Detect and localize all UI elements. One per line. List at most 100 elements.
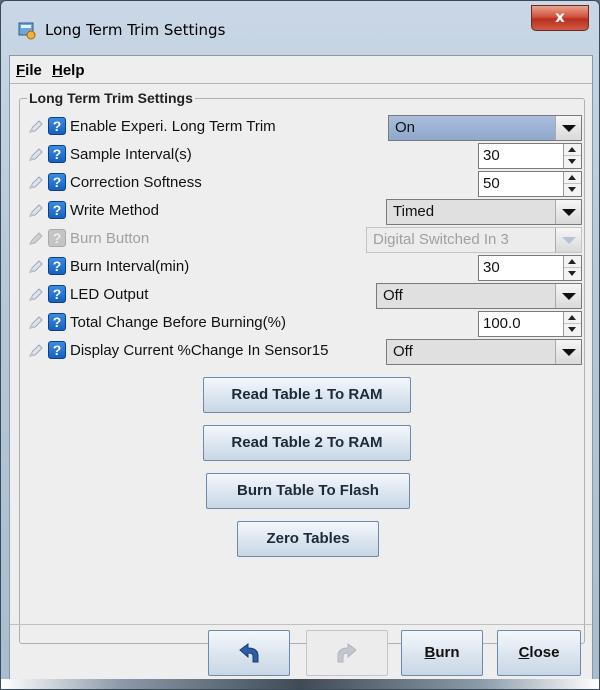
settings-group: Long Term Trim Settings ? Enable Experi.… (19, 90, 586, 644)
edit-pencil-icon[interactable] (28, 343, 44, 359)
burn-button-dropdown: Digital Switched In 3 (366, 227, 582, 253)
close-mnemonic: C (518, 644, 530, 661)
burn-interval-spinner[interactable]: 30 (478, 255, 582, 281)
menu-help-mnemonic: H (52, 62, 63, 79)
menu-file[interactable]: File (16, 62, 42, 79)
spinner-up-icon[interactable] (564, 144, 581, 156)
spinner-down-icon[interactable] (564, 184, 581, 196)
app-icon (18, 22, 36, 40)
setting-row-burn-interval: ? Burn Interval(min) 30 (20, 255, 586, 281)
write-method-dropdown[interactable]: Timed (386, 199, 582, 225)
setting-row-led-output: ? LED Output Off (20, 283, 586, 309)
menu-help-rest: elp (62, 62, 85, 79)
spinner-value: 30 (483, 147, 500, 164)
spinner-down-icon[interactable] (564, 268, 581, 280)
edit-pencil-icon[interactable] (28, 315, 44, 331)
help-icon[interactable]: ? (48, 341, 66, 359)
help-icon: ? (48, 229, 66, 247)
help-icon[interactable]: ? (48, 313, 66, 331)
close-button[interactable]: Close (497, 630, 581, 676)
burn-button[interactable]: Burn (401, 630, 483, 676)
close-rest: lose (529, 644, 560, 661)
edit-pencil-icon[interactable] (28, 203, 44, 219)
chevron-down-icon[interactable] (555, 340, 581, 364)
chevron-down-icon[interactable] (555, 200, 581, 224)
chevron-down-icon[interactable] (555, 116, 581, 140)
chevron-down-icon (555, 228, 581, 252)
window-title: Long Term Trim Settings (45, 21, 226, 39)
edit-pencil-icon[interactable] (28, 287, 44, 303)
setting-label: Burn Interval(min) (70, 258, 190, 275)
edit-pencil-icon[interactable] (28, 119, 44, 135)
setting-row-correction-softness: ? Correction Softness 50 (20, 171, 586, 197)
setting-label: Sample Interval(s) (70, 146, 192, 163)
spinner-buttons (563, 144, 581, 168)
burn-table-to-flash-button[interactable]: Burn Table To Flash (206, 473, 410, 509)
menu-bar: File Help (10, 56, 592, 84)
help-icon[interactable]: ? (48, 201, 66, 219)
window: Long Term Trim Settings x File Help Long… (0, 0, 600, 690)
title-bar[interactable]: Long Term Trim Settings x (1, 1, 599, 55)
redo-icon (337, 643, 357, 663)
menu-help[interactable]: Help (52, 62, 85, 79)
setting-label: Display Current %Change In Sensor15 (70, 342, 329, 359)
setting-row-sample-interval: ? Sample Interval(s) 30 (20, 143, 586, 169)
setting-row-write-method: ? Write Method Timed (20, 199, 586, 225)
setting-label: LED Output (70, 286, 149, 303)
setting-row-burn-button: ? Burn Button Digital Switched In 3 (20, 227, 586, 253)
spinner-down-icon[interactable] (564, 156, 581, 168)
dropdown-value: Digital Switched In 3 (373, 231, 509, 248)
dropdown-value: Timed (393, 203, 435, 220)
setting-label: Burn Button (70, 230, 150, 247)
burn-mnemonic: B (424, 644, 436, 661)
setting-label: Enable Experi. Long Term Trim (70, 118, 276, 135)
spinner-buttons (563, 256, 581, 280)
help-icon[interactable]: ? (48, 285, 66, 303)
read-table-2-button[interactable]: Read Table 2 To RAM (203, 425, 411, 461)
zero-tables-button[interactable]: Zero Tables (237, 521, 379, 557)
undo-icon (239, 643, 259, 663)
spinner-up-icon[interactable] (564, 172, 581, 184)
enable-ltt-dropdown[interactable]: On (388, 115, 582, 141)
edit-pencil-icon[interactable] (28, 147, 44, 163)
client-area: File Help Long Term Trim Settings ? Enab… (9, 55, 593, 681)
spinner-up-icon[interactable] (564, 256, 581, 268)
window-close-button[interactable]: x (531, 5, 589, 31)
correction-softness-spinner[interactable]: 50 (478, 171, 582, 197)
setting-label: Write Method (70, 202, 159, 219)
footer-divider (10, 624, 592, 625)
group-title: Long Term Trim Settings (27, 90, 195, 106)
help-icon[interactable]: ? (48, 173, 66, 191)
spinner-value: 30 (483, 259, 500, 276)
redo-button (306, 630, 388, 676)
display-current-dropdown[interactable]: Off (386, 339, 582, 365)
help-icon[interactable]: ? (48, 117, 66, 135)
spinner-down-icon[interactable] (564, 324, 581, 336)
setting-row-display-current: ? Display Current %Change In Sensor15 Of… (20, 339, 586, 365)
edit-pencil-icon[interactable] (28, 259, 44, 275)
undo-button[interactable] (208, 630, 290, 676)
setting-label: Correction Softness (70, 174, 202, 191)
setting-row-total-change: ? Total Change Before Burning(%) 100.0 (20, 311, 586, 337)
dropdown-value: On (395, 119, 416, 136)
edit-pencil-icon (29, 232, 43, 245)
sample-interval-spinner[interactable]: 30 (478, 143, 582, 169)
spinner-value: 100.0 (483, 315, 521, 332)
setting-row-enable-ltt: ? Enable Experi. Long Term Trim On (20, 115, 586, 141)
burn-rest: urn (435, 644, 460, 661)
led-output-dropdown[interactable]: Off (376, 283, 582, 309)
read-table-1-button[interactable]: Read Table 1 To RAM (203, 377, 411, 413)
edit-pencil-icon[interactable] (28, 175, 44, 191)
help-icon[interactable]: ? (48, 257, 66, 275)
window-bottom-edge (1, 679, 599, 689)
spinner-value: 50 (483, 175, 500, 192)
dropdown-value: Off (383, 287, 403, 304)
help-icon[interactable]: ? (48, 145, 66, 163)
spinner-up-icon[interactable] (564, 312, 581, 324)
spinner-buttons (563, 172, 581, 196)
chevron-down-icon[interactable] (555, 284, 581, 308)
menu-file-rest: ile (25, 62, 42, 79)
spinner-buttons (563, 312, 581, 336)
total-change-spinner[interactable]: 100.0 (478, 311, 582, 337)
setting-label: Total Change Before Burning(%) (70, 314, 286, 331)
